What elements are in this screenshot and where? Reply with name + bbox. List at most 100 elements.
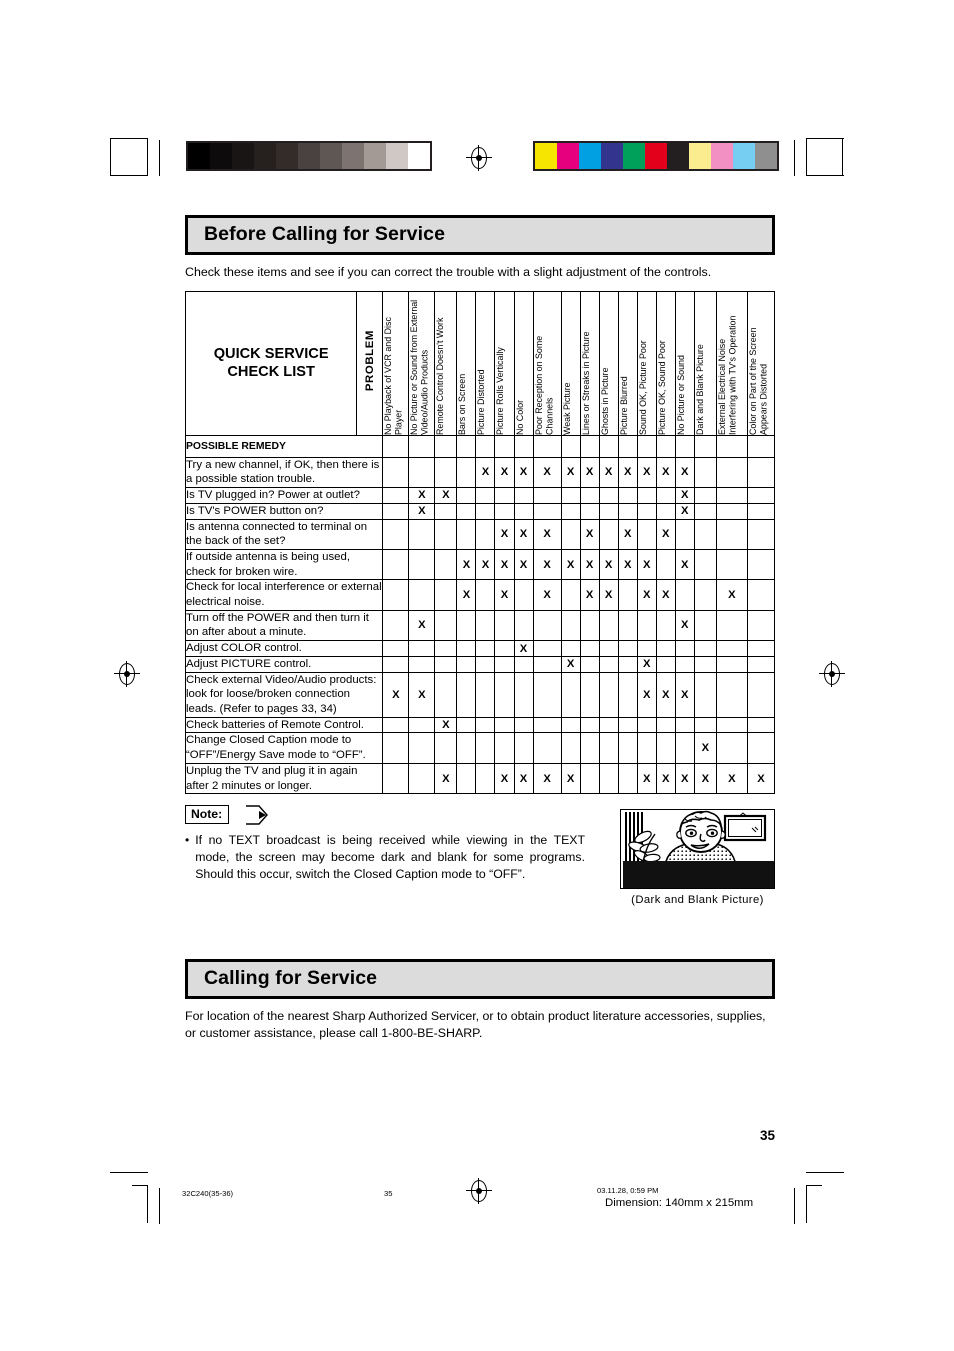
illustration-block: (Dark and Blank Picture) <box>620 809 775 906</box>
mark-cell-empty <box>715 671 748 718</box>
table-row: If outside antenna is being used, check … <box>184 548 776 581</box>
mark-cell-checked: X <box>715 579 748 611</box>
mark-cell-empty <box>579 762 600 795</box>
column-header-11: Picture Blurred <box>617 290 638 436</box>
mark-cell-checked: X <box>513 640 534 657</box>
mark-cell-checked: X <box>475 548 496 581</box>
mark-cell-empty <box>617 487 638 504</box>
crop-mark <box>806 1185 808 1223</box>
mark-cell-empty <box>532 609 562 642</box>
mark-cell-empty <box>434 732 458 764</box>
remedy-cell: Check external Video/Audio products: loo… <box>184 671 384 718</box>
mark-cell-empty <box>456 655 477 673</box>
color-patch-2 <box>579 143 601 169</box>
mark-cell-empty <box>434 579 458 611</box>
possible-row-spacer <box>513 434 534 458</box>
color-patch-0 <box>535 143 557 169</box>
table-corner-title-line2: CHECK LIST <box>227 364 315 381</box>
mark-cell-empty <box>408 762 436 795</box>
gray-patch-4 <box>276 143 298 169</box>
table-corner-title-line1: QUICK SERVICE <box>213 345 329 362</box>
mark-cell-empty <box>674 655 695 673</box>
mark-cell-empty <box>746 609 776 642</box>
crop-mark <box>110 138 112 176</box>
column-header-13: Picture OK, Sound Poor <box>655 290 676 436</box>
mark-cell-empty <box>715 548 748 581</box>
note-body: • If no TEXT broadcast is being received… <box>185 832 585 883</box>
mark-cell-checked: X <box>382 671 410 718</box>
mark-cell-empty <box>693 671 717 718</box>
mark-cell-empty <box>715 655 748 673</box>
mark-cell-empty <box>382 548 410 581</box>
mark-cell-checked: X <box>579 579 600 611</box>
crop-mark <box>110 1172 148 1174</box>
mark-cell-empty <box>560 732 581 764</box>
column-header-17: Color on Part of the Screen Appears Dist… <box>746 290 776 436</box>
mark-cell-empty <box>636 732 657 764</box>
mark-cell-empty <box>434 655 458 673</box>
table-corner-title: QUICK SERVICE CHECK LIST <box>184 290 358 436</box>
mark-cell-checked: X <box>715 762 748 795</box>
mark-cell-empty <box>746 640 776 657</box>
mark-cell-checked: X <box>560 548 581 581</box>
mark-cell-empty <box>655 609 676 642</box>
page-title-calling-for-service: Calling for Service <box>185 959 775 1000</box>
possible-row-spacer <box>598 434 619 458</box>
column-header-16: External Electrical Noise Interfering wi… <box>715 290 748 436</box>
mark-cell-checked: X <box>598 579 619 611</box>
mark-cell-checked: X <box>674 548 695 581</box>
crop-mark <box>806 1185 822 1187</box>
mark-cell-empty <box>475 609 496 642</box>
mark-cell-empty <box>715 487 748 504</box>
mark-cell-empty <box>494 716 515 734</box>
mark-cell-empty <box>579 732 600 764</box>
crop-mark <box>159 140 161 176</box>
mark-cell-empty <box>382 502 410 520</box>
mark-cell-empty <box>636 716 657 734</box>
mark-cell-checked: X <box>513 548 534 581</box>
mark-cell-empty <box>475 655 496 673</box>
color-patch-6 <box>667 143 689 169</box>
mark-cell-checked: X <box>636 671 657 718</box>
column-header-label: Sound OK, Picture Poor <box>637 340 648 435</box>
mark-cell-empty <box>579 487 600 504</box>
mark-cell-empty <box>617 671 638 718</box>
mark-cell-empty <box>475 487 496 504</box>
mark-cell-empty <box>382 609 410 642</box>
mark-cell-empty <box>674 716 695 734</box>
mark-cell-empty <box>456 518 477 550</box>
mark-cell-empty <box>674 640 695 657</box>
possible-row-spacer <box>456 434 477 458</box>
mark-cell-empty <box>494 671 515 718</box>
gray-patch-10 <box>408 143 430 169</box>
footer-job-code: 32C240(35-36) <box>182 1189 234 1198</box>
mark-cell-checked: X <box>655 456 676 489</box>
mark-cell-empty <box>408 548 436 581</box>
crop-mark <box>806 1172 844 1174</box>
problem-label-text: PROBLEM <box>363 330 376 392</box>
mark-cell-checked: X <box>598 456 619 489</box>
crop-mark <box>159 1188 161 1224</box>
mark-cell-checked: X <box>456 548 477 581</box>
mark-cell-empty <box>617 502 638 520</box>
color-patch-1 <box>557 143 579 169</box>
mark-cell-empty <box>636 518 657 550</box>
mark-cell-checked: X <box>636 655 657 673</box>
mark-cell-empty <box>560 716 581 734</box>
column-header-label: No Picture or Sound <box>675 354 686 435</box>
mark-cell-empty <box>382 762 410 795</box>
column-header-label: Picture Distorted <box>476 369 487 435</box>
mark-cell-empty <box>382 732 410 764</box>
mark-cell-empty <box>434 548 458 581</box>
mark-cell-empty <box>579 640 600 657</box>
column-header-label: Picture OK, Sound Poor <box>656 340 667 435</box>
mark-cell-empty <box>746 671 776 718</box>
mark-cell-empty <box>715 518 748 550</box>
table-row: Turn off the POWER and then turn it on a… <box>184 609 776 642</box>
mark-cell-empty <box>598 487 619 504</box>
remedy-cell: If outside antenna is being used, check … <box>184 548 384 581</box>
mark-cell-checked: X <box>636 548 657 581</box>
mark-cell-empty <box>513 655 534 673</box>
column-header-3: Bars on Screen <box>456 290 477 436</box>
mark-cell-empty <box>746 456 776 489</box>
